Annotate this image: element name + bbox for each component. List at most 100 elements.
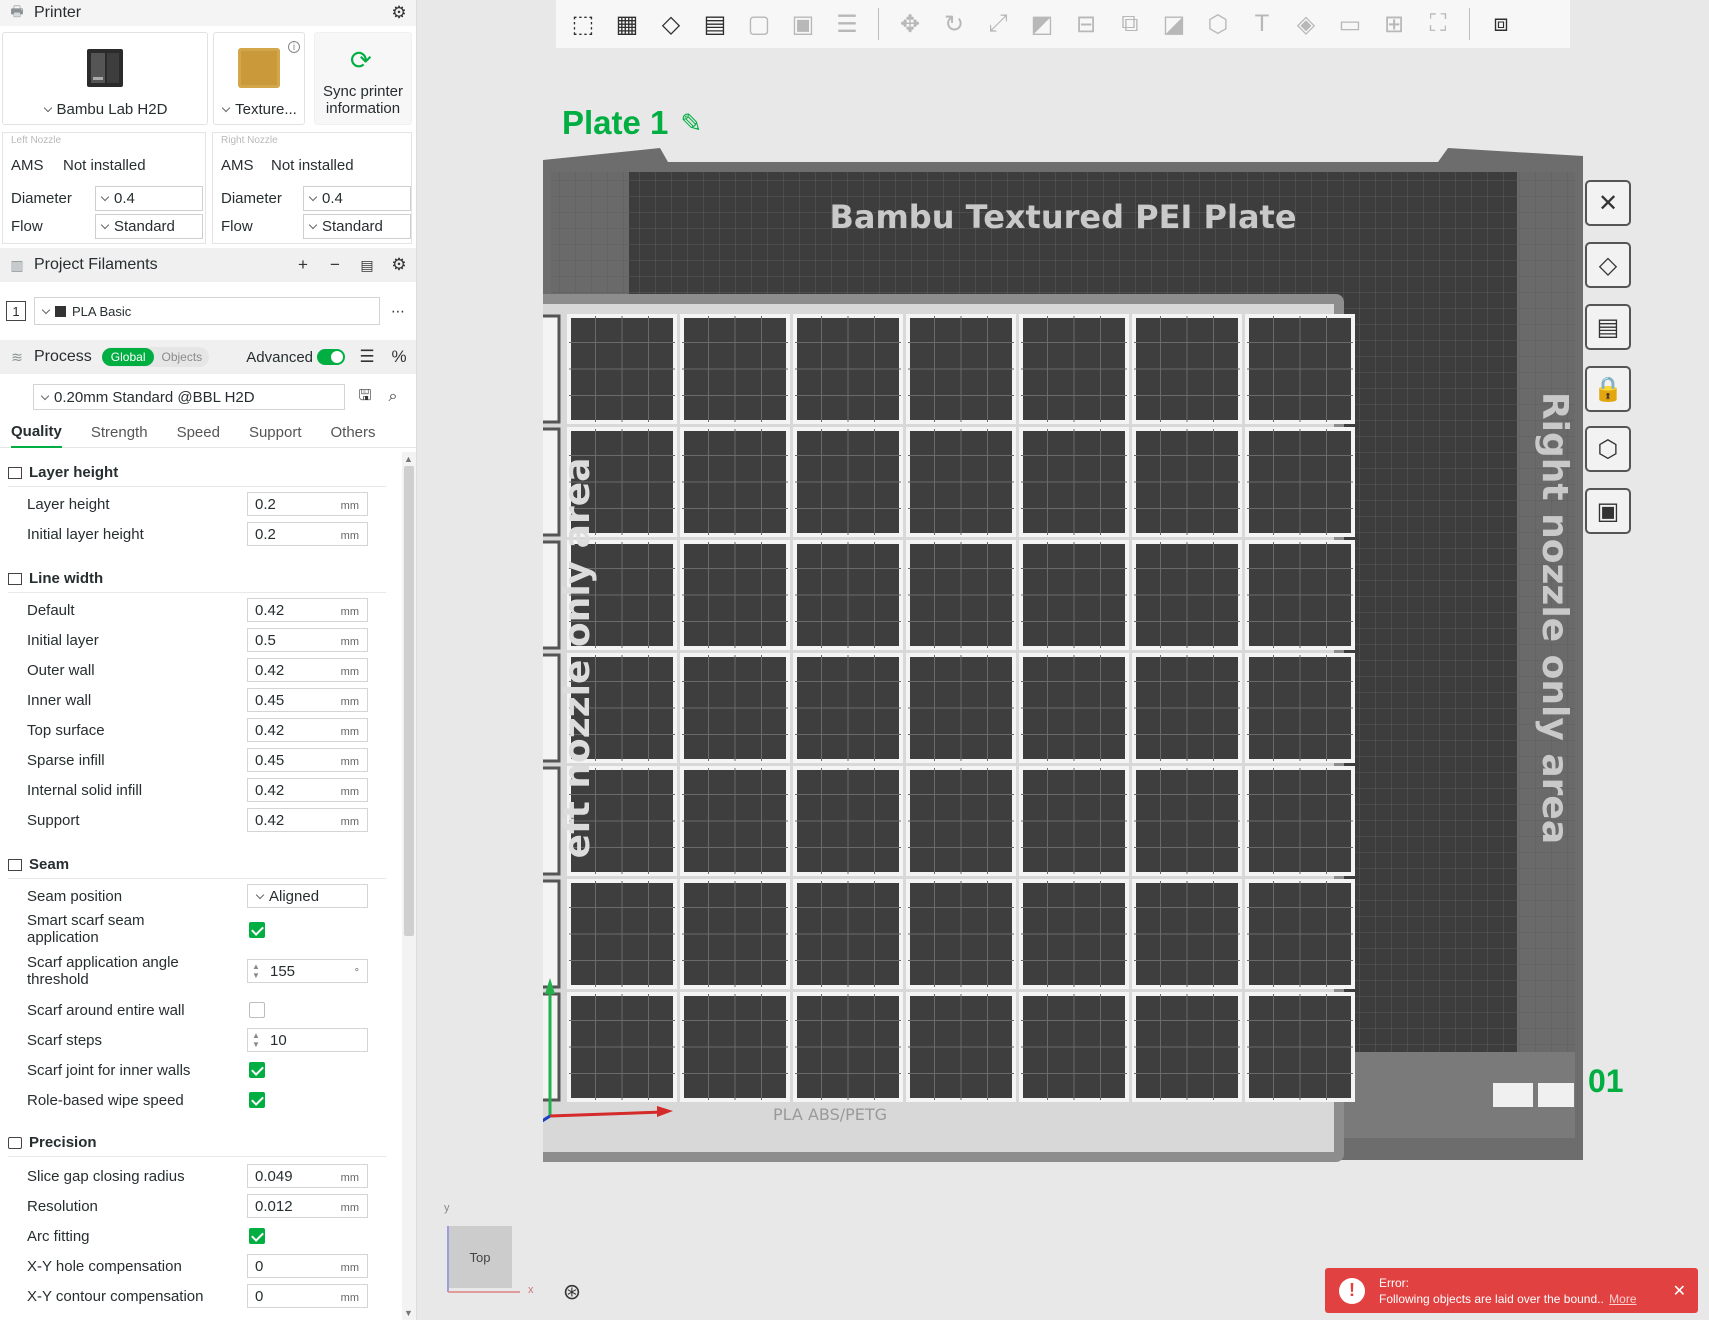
recenter-view-icon[interactable]: ⊛	[554, 1274, 590, 1310]
text-icon[interactable]: T	[1243, 5, 1281, 43]
lock-plate-icon[interactable]: 🔒	[1585, 366, 1631, 412]
support-paint-icon[interactable]: ◪	[1155, 5, 1193, 43]
build-plate[interactable]: Bambu Textured PEI Plate Right nozzle on…	[543, 148, 1583, 1162]
lay-on-face-icon[interactable]: ◩	[1023, 5, 1061, 43]
scarf-steps-stepper[interactable]: ▲ ▼ 10	[247, 1028, 368, 1052]
stepper-arrows-icon[interactable]: ▲ ▼	[252, 962, 260, 980]
remove-filament-icon[interactable]: −	[325, 255, 345, 275]
param-value: 0	[255, 1257, 264, 1275]
tab-others[interactable]: Others	[331, 418, 376, 447]
auto-orient-icon[interactable]: ◇	[652, 5, 690, 43]
left-nozzle-panel: Left Nozzle AMS Not installed Diameter 0.4…	[2, 132, 206, 244]
plate-info-icon[interactable]: i	[288, 41, 300, 53]
group-precision: Precision	[8, 1134, 97, 1151]
scarf-inner-walls-checkbox[interactable]	[249, 1062, 265, 1078]
param-unit: mm	[340, 1292, 359, 1304]
line-width-inner-wall-input[interactable]: 0.45 mm	[247, 688, 368, 712]
plate-type-card[interactable]: i Texture...	[213, 32, 305, 125]
edit-plate-name-icon[interactable]: ✎	[680, 108, 702, 139]
error-close-icon[interactable]: ✕	[1673, 1281, 1686, 1301]
add-object-icon[interactable]: ⬚	[564, 5, 602, 43]
stepper-arrows-icon[interactable]: ▲ ▼	[252, 1031, 260, 1049]
measure-icon[interactable]: ▭	[1331, 5, 1369, 43]
assembly-icon[interactable]: ⊞	[1375, 5, 1413, 43]
role-wipe-speed-checkbox[interactable]	[249, 1092, 265, 1108]
orient-icon[interactable]: ▢	[740, 5, 778, 43]
right-flow-select[interactable]: Standard	[303, 214, 411, 239]
printer-card[interactable]: Bambu Lab H2D	[2, 32, 208, 125]
settings-scrollbar[interactable]: ▲ ▼	[402, 452, 416, 1320]
line-width-sparse-infill-input[interactable]: 0.45 mm	[247, 748, 368, 772]
auto-orient-plate-icon[interactable]: ◇	[1585, 242, 1631, 288]
resolution-input[interactable]: 0.012 mm	[247, 1194, 368, 1218]
filament-select[interactable]: PLA Basic	[34, 297, 380, 325]
cut-icon[interactable]: ⊟	[1067, 5, 1105, 43]
save-preset-icon[interactable]: 🖫	[355, 387, 375, 407]
scroll-down-icon[interactable]: ▼	[404, 1308, 413, 1318]
advanced-toggle[interactable]: Advanced	[246, 349, 345, 366]
boolean-icon[interactable]: ⧉	[1111, 5, 1149, 43]
scroll-up-icon[interactable]: ▲	[404, 454, 413, 464]
line-width-internal-solid-infill-input[interactable]: 0.42 mm	[247, 778, 368, 802]
printer-section-title: Printer	[34, 4, 82, 21]
seam-paint-icon[interactable]: ⬡	[1199, 5, 1237, 43]
right-diameter-label: Diameter	[221, 190, 282, 207]
scale-icon[interactable]: ⤢	[979, 5, 1017, 43]
color-paint-icon[interactable]: ◈	[1287, 5, 1325, 43]
process-compare-icon[interactable]: %	[389, 347, 409, 367]
layers-icon[interactable]: ☰	[828, 5, 866, 43]
seam-position-select[interactable]: Aligned	[247, 884, 368, 908]
arc-fitting-checkbox[interactable]	[249, 1228, 265, 1244]
tab-strength[interactable]: Strength	[91, 418, 148, 447]
printer-settings-gear-icon[interactable]: ⚙	[389, 3, 409, 23]
toggle-objects[interactable]: Objects	[154, 348, 209, 366]
move-icon[interactable]: ✥	[891, 5, 929, 43]
filament-sync-icon[interactable]: ▤	[357, 255, 377, 275]
sync-printer-button[interactable]: ⟳ Sync printer information	[314, 32, 412, 125]
process-list-icon[interactable]: ☰	[357, 347, 377, 367]
scarf-entire-wall-checkbox[interactable]	[249, 1002, 265, 1018]
line-width-initial-layer-input[interactable]: 0.5 mm	[247, 628, 368, 652]
smart-scarf-checkbox[interactable]	[249, 922, 265, 938]
add-plate-grid-icon[interactable]: ▦	[608, 5, 646, 43]
process-preset-select[interactable]: 0.20mm Standard @BBL H2D	[33, 384, 345, 410]
right-zone-label: Right nozzle only area	[1534, 392, 1575, 844]
plate-settings-hex-icon[interactable]: ⬡	[1585, 426, 1631, 472]
line-width-default-input[interactable]: 0.42 mm	[247, 598, 368, 622]
simplify-icon[interactable]: ⛶	[1419, 5, 1457, 43]
global-objects-toggle[interactable]: Global Objects	[101, 347, 210, 367]
toggle-global[interactable]: Global	[101, 348, 155, 366]
filament-color-swatch[interactable]	[55, 305, 66, 317]
rotate-icon[interactable]: ↻	[935, 5, 973, 43]
plate-settings-icon[interactable]: ▣	[784, 5, 822, 43]
layer-height-input[interactable]: 0.2 mm	[247, 492, 368, 516]
right-diameter-select[interactable]: 0.4	[303, 186, 411, 211]
tab-speed[interactable]: Speed	[177, 418, 220, 447]
initial-layer-height-input[interactable]: 0.2 mm	[247, 522, 368, 546]
filament-settings-gear-icon[interactable]: ⚙	[389, 255, 409, 275]
slice-gap-radius-input[interactable]: 0.049 mm	[247, 1164, 368, 1188]
scrollbar-thumb[interactable]	[404, 466, 414, 936]
line-width-top-surface-input[interactable]: 0.42 mm	[247, 718, 368, 742]
search-icon[interactable]: ⌕	[383, 387, 403, 407]
xy-hole-compensation-input[interactable]: 0 mm	[247, 1254, 368, 1278]
left-panel: 🖶 Printer ⚙ Bambu Lab H2D i Texture... ⟳…	[0, 0, 417, 1320]
line-width-outer-wall-input[interactable]: 0.42 mm	[247, 658, 368, 682]
plate-filament-map-icon[interactable]: ▣	[1585, 488, 1631, 534]
tab-support[interactable]: Support	[249, 418, 302, 447]
view-mode-icon[interactable]: ⧈	[1482, 5, 1520, 43]
xy-contour-compensation-input[interactable]: 0 mm	[247, 1284, 368, 1308]
arrange-icon[interactable]: ▤	[696, 5, 734, 43]
advanced-switch[interactable]	[317, 349, 345, 365]
line-width-support-input[interactable]: 0.42 mm	[247, 808, 368, 832]
param-value: 0.012	[255, 1197, 293, 1215]
add-filament-icon[interactable]: +	[293, 255, 313, 275]
tab-quality[interactable]: Quality	[11, 417, 62, 448]
arrange-plate-icon[interactable]: ▤	[1585, 304, 1631, 350]
error-more-link[interactable]: More	[1609, 1292, 1636, 1306]
left-diameter-select[interactable]: 0.4	[95, 186, 203, 211]
scarf-angle-stepper[interactable]: ▲ ▼ 155 °	[247, 959, 368, 983]
left-flow-select[interactable]: Standard	[95, 214, 203, 239]
filament-more-icon[interactable]: ⋯	[388, 301, 408, 321]
delete-plate-icon[interactable]: ✕	[1585, 180, 1631, 226]
